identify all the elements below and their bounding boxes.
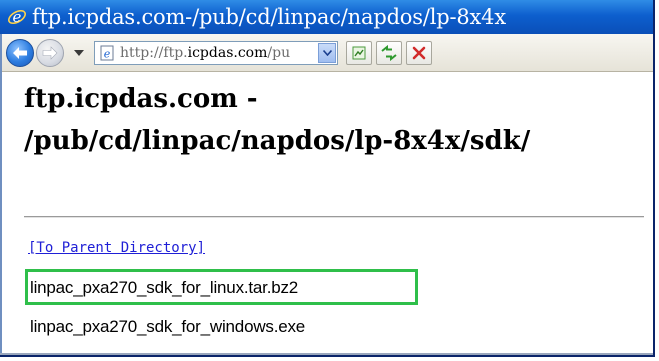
forward-button[interactable] [36,38,64,67]
window-title: ftp.icpdas.com-/pub/cd/linpac/napdos/lp-… [32,5,506,29]
svg-text:e: e [104,47,111,60]
chevron-down-icon [322,49,332,56]
address-dropdown-button[interactable] [318,42,336,63]
dropdown-arrow-icon [74,49,84,56]
go-button[interactable] [346,40,372,65]
navigation-toolbar: e http://ftp.icpdas.com/pu [0,34,653,72]
stop-button[interactable] [406,40,432,65]
window-bottom-border [0,353,653,355]
url-suffix: /pu [267,44,291,61]
url-host: icpdas.com [187,44,268,61]
file-link-windows-sdk[interactable]: linpac_pxa270_sdk_for_windows.exe [30,317,305,337]
address-bar[interactable]: e http://ftp.icpdas.com/pu [94,40,338,65]
parent-directory-link[interactable]: [To Parent Directory] [28,240,205,256]
ie-page-icon: e [98,44,116,62]
forward-arrow-icon [42,45,58,60]
refresh-icon [381,44,397,61]
page-title-line-2: /pub/cd/linpac/napdos/lp-8x4x/sdk/ [24,126,531,156]
horizontal-rule [24,216,644,218]
address-url[interactable]: http://ftp.icpdas.com/pu [120,45,312,61]
back-button[interactable] [6,38,34,67]
title-bar: e ftp.icpdas.com-/pub/cd/linpac/napdos/l… [0,0,653,34]
stop-icon [412,46,426,59]
go-page-icon [352,46,366,59]
history-dropdown-button[interactable] [72,46,86,60]
url-prefix: http://ftp. [120,44,188,61]
page-title-line-1: ftp.icpdas.com - [24,84,258,114]
ie-logo-icon: e [6,6,28,28]
file-link-linux-sdk[interactable]: linpac_pxa270_sdk_for_linux.tar.bz2 [30,278,298,298]
browser-window: e ftp.icpdas.com-/pub/cd/linpac/napdos/l… [0,0,655,357]
svg-text:e: e [13,8,22,26]
window-left-border [0,34,2,355]
back-arrow-icon [13,46,27,59]
page-content: ftp.icpdas.com - /pub/cd/linpac/napdos/l… [0,72,653,355]
refresh-button[interactable] [376,40,402,65]
page-title: ftp.icpdas.com - /pub/cd/linpac/napdos/l… [24,78,644,162]
